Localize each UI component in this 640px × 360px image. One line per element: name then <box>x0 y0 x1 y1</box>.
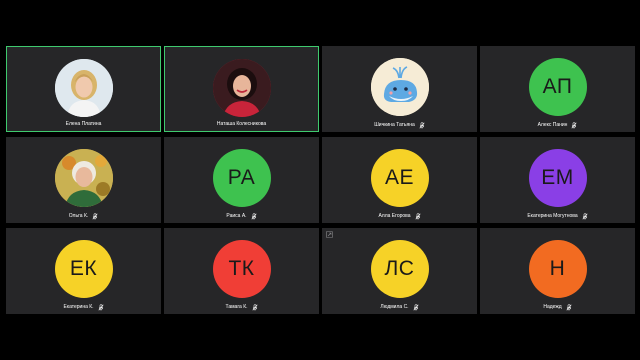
initials-avatar: ЕМ <box>528 149 587 207</box>
photo-avatar <box>54 149 113 207</box>
participant-name-row: Алла Егорова <box>322 211 477 221</box>
mic-off-icon <box>415 212 421 220</box>
participant-name: Екатерина К. <box>63 304 94 310</box>
participant-name: Ольга К. <box>68 213 89 219</box>
participant-tile[interactable]: Н Надежд <box>480 228 635 314</box>
participant-tile[interactable]: РА Раиса А. <box>164 137 319 223</box>
participant-name: Елена Платина <box>65 121 102 127</box>
participant-tile[interactable]: АП Алекс Панин <box>480 46 635 132</box>
mic-off-icon <box>251 212 257 220</box>
participant-name-row: Наташа Колесникова <box>165 119 318 129</box>
initials-avatar: ЛС <box>370 240 429 298</box>
participant-tile[interactable]: ТК Тамага К. <box>164 228 319 314</box>
participant-name: Людмила С. <box>380 304 409 310</box>
mic-off-icon <box>582 212 588 220</box>
participant-name: Тамага К. <box>225 304 248 310</box>
participant-name-row: Екатерина Могутнова <box>480 211 635 221</box>
participant-name: Надежд <box>543 304 562 310</box>
mic-off-icon <box>92 212 98 220</box>
initials-avatar: РА <box>212 149 271 207</box>
participant-name-row: Людмила С. <box>322 302 477 312</box>
initials-avatar: Н <box>528 240 587 298</box>
mic-off-icon <box>571 121 577 129</box>
participant-tile[interactable]: ЕК Екатерина К. <box>6 228 161 314</box>
participant-name-row: Екатерина К. <box>6 302 161 312</box>
pin-icon[interactable] <box>326 231 333 238</box>
participant-name: Наташа Колесникова <box>216 121 267 127</box>
participant-grid: Елена Платина Наташа Колесникова Шичкина… <box>6 46 636 314</box>
participant-name: Раиса А. <box>226 213 247 219</box>
participant-name-row: Раиса А. <box>164 211 319 221</box>
participant-name: Шичкина Татьяна <box>374 122 415 128</box>
participant-name: Алекс Панин <box>537 122 568 128</box>
participant-tile[interactable]: Наташа Колесникова <box>164 46 319 132</box>
participant-name-row: Тамага К. <box>164 302 319 312</box>
participant-name: Алла Егорова <box>378 213 411 219</box>
participant-tile[interactable]: Ольга К. <box>6 137 161 223</box>
participant-name-row: Надежд <box>480 302 635 312</box>
participant-name-row: Алекс Панин <box>480 120 635 130</box>
participant-tile[interactable]: АЕ Алла Егорова <box>322 137 477 223</box>
participant-name-row: Шичкина Татьяна <box>322 120 477 130</box>
initials-avatar: ТК <box>212 240 271 298</box>
mic-off-icon <box>413 303 419 311</box>
mic-off-icon <box>419 121 425 129</box>
initials-avatar: ЕК <box>54 240 113 298</box>
participant-tile[interactable]: ЛС Людмила С. <box>322 228 477 314</box>
participant-tile[interactable]: Елена Платина <box>6 46 161 132</box>
participant-name-row: Ольга К. <box>6 211 161 221</box>
participant-tile[interactable]: ЕМ Екатерина Могутнова <box>480 137 635 223</box>
photo-avatar <box>212 59 271 117</box>
photo-avatar <box>54 59 113 117</box>
initials-avatar: АП <box>528 58 587 116</box>
participant-name-row: Елена Платина <box>7 119 160 129</box>
whale-avatar <box>370 58 429 116</box>
mic-off-icon <box>251 303 258 311</box>
participant-tile[interactable]: Шичкина Татьяна <box>322 46 477 132</box>
initials-avatar: АЕ <box>370 149 429 207</box>
mic-off-icon <box>98 303 104 311</box>
mic-off-icon <box>566 303 572 311</box>
participant-name: Екатерина Могутнова <box>527 213 578 219</box>
